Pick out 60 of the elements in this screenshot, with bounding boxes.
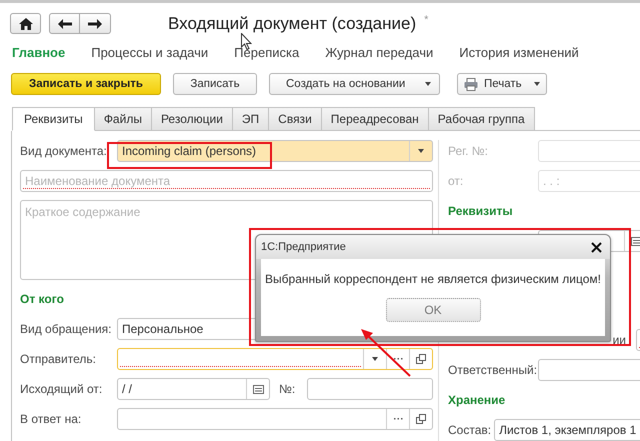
nav-link[interactable]: Переписка	[234, 45, 300, 65]
forward-button[interactable]	[80, 13, 111, 34]
field-label: В ответ на:	[20, 412, 82, 426]
caret-icon	[534, 82, 540, 86]
caret-icon[interactable]	[418, 149, 424, 153]
field-label: Ответственный:	[448, 363, 538, 377]
tab[interactable]: ЭП	[232, 107, 270, 131]
section-heading: От кого	[20, 292, 64, 306]
input-field[interactable]	[117, 408, 433, 430]
toolbar-button[interactable]: Записать и закрыть	[11, 73, 161, 95]
tab[interactable]: Переадресован	[322, 107, 429, 131]
caret-icon	[425, 82, 431, 86]
arrow-left-icon	[58, 18, 72, 28]
field-label: Вид обращения:	[20, 322, 113, 336]
field-label: ии	[612, 333, 626, 347]
field-label: Вид документа:	[20, 144, 108, 158]
open-window-icon[interactable]	[416, 354, 426, 364]
open-window-icon[interactable]	[416, 414, 426, 424]
field-label: Рег. №:	[448, 144, 488, 158]
calendar-icon[interactable]	[630, 236, 640, 246]
tab[interactable]: Рабочая группа	[428, 107, 535, 131]
calendar-icon[interactable]	[252, 384, 264, 394]
nav-link[interactable]: История изменений	[459, 45, 579, 65]
dialog-title: 1С:Предприятие	[261, 241, 346, 253]
field-label: Состав:	[448, 423, 492, 437]
back-button[interactable]	[49, 13, 80, 34]
tab[interactable]: Резолюции	[152, 107, 233, 131]
nav-link[interactable]: Главное	[12, 45, 66, 65]
date-field[interactable]: / /	[117, 378, 270, 400]
nav-link[interactable]: Журнал передачи	[325, 45, 434, 65]
nav-link[interactable]: Процессы и задачи	[91, 45, 208, 65]
input-field[interactable]	[538, 359, 640, 381]
window-title: Входящий документ (создание)	[168, 14, 416, 33]
tab[interactable]: Реквизиты	[12, 107, 95, 131]
ok-button[interactable]: OK	[386, 298, 480, 322]
field-label: от:	[448, 174, 464, 188]
toolbar-button[interactable]: Создать на основании	[269, 73, 440, 95]
input-field[interactable]: Листов 1, экземпляров 1	[494, 419, 640, 441]
cursor-icon	[241, 33, 252, 50]
input-field[interactable]	[538, 140, 640, 162]
close-icon[interactable]	[591, 242, 602, 252]
tab[interactable]: Файлы	[94, 107, 152, 131]
field-label: Исходящий от:	[20, 382, 104, 396]
home-icon	[18, 18, 32, 30]
home-button[interactable]	[10, 13, 41, 34]
field-label: Отправитель:	[20, 352, 97, 366]
toolbar-button[interactable]: Записать	[173, 73, 257, 95]
tab[interactable]: Связи	[269, 107, 322, 131]
input-field[interactable]	[117, 348, 433, 370]
printer-icon	[464, 78, 478, 90]
caret-icon[interactable]	[372, 357, 378, 361]
modified-mark: *	[424, 14, 428, 26]
field-label: №:	[278, 382, 296, 396]
annotation-arrow	[360, 328, 412, 378]
section-heading: Хранение	[448, 393, 506, 407]
section-heading: Реквизиты	[448, 204, 513, 218]
input-field[interactable]: Incoming claim (persons)	[117, 140, 433, 162]
toolbar-button[interactable]: Печать	[457, 73, 547, 95]
number-field[interactable]	[307, 378, 433, 400]
arrow-right-icon	[88, 18, 102, 28]
